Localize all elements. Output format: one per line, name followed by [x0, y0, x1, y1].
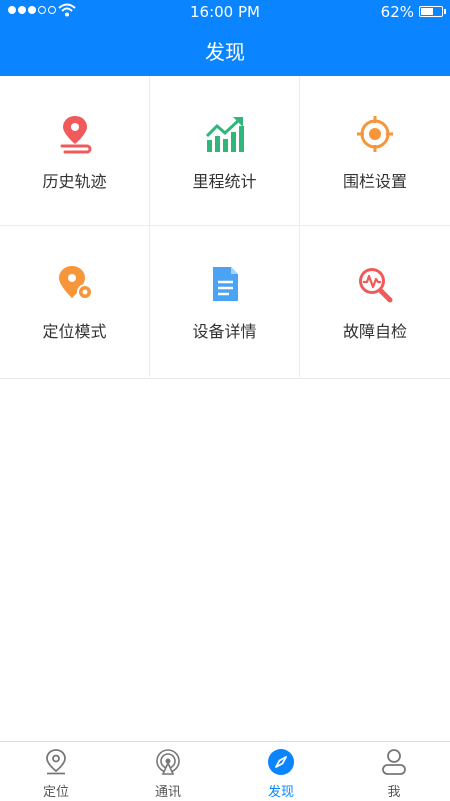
grid-item-label: 历史轨迹: [42, 172, 107, 191]
bottom-tab-bar: 定位 通讯 发现 我: [0, 741, 450, 801]
user-icon: [382, 749, 406, 775]
tab-messages[interactable]: 通讯: [112, 742, 224, 801]
battery-icon: [419, 6, 443, 17]
feature-grid: 历史轨迹 里程统计 围栏设置 定位模式 设备详情 故障自检: [0, 76, 450, 379]
tab-label: 通讯: [154, 785, 181, 800]
location-pin-icon: [46, 749, 66, 775]
geofence-target-icon: [357, 116, 393, 152]
grid-item-label: 围栏设置: [342, 172, 407, 191]
tab-label: 发现: [267, 785, 294, 800]
page-title: 发现: [205, 40, 245, 64]
top-bar: 16:00 PM 62% 发现: [0, 0, 450, 76]
broadcast-icon: [156, 749, 180, 775]
battery-percent: 62%: [380, 3, 414, 21]
location-mode-icon: [59, 266, 93, 300]
battery-level: [421, 8, 433, 15]
document-icon: [213, 267, 238, 301]
tab-label: 我: [387, 785, 401, 800]
grid-item-device-details[interactable]: 设备详情: [150, 226, 300, 377]
tab-label: 定位: [42, 785, 69, 800]
grid-item-history-track[interactable]: 历史轨迹: [0, 76, 150, 226]
grid-item-label: 故障自检: [342, 322, 407, 341]
status-bar: 16:00 PM 62%: [0, 0, 450, 24]
compass-icon: [268, 749, 294, 775]
tab-location[interactable]: 定位: [0, 742, 112, 801]
tab-me[interactable]: 我: [338, 742, 450, 801]
trend-chart-icon: [205, 117, 244, 152]
grid-item-label: 定位模式: [42, 322, 107, 341]
grid-item-label: 里程统计: [192, 172, 257, 191]
grid-item-fault-self-check[interactable]: 故障自检: [300, 226, 450, 377]
tab-discover[interactable]: 发现: [225, 742, 337, 801]
grid-item-label: 设备详情: [192, 322, 257, 341]
grid-item-location-mode[interactable]: 定位模式: [0, 226, 150, 377]
map-pin-route-icon: [60, 116, 92, 154]
grid-item-mileage-stats[interactable]: 里程统计: [150, 76, 300, 226]
diagnostic-search-icon: [359, 268, 393, 303]
grid-item-geofence-settings[interactable]: 围栏设置: [300, 76, 450, 226]
